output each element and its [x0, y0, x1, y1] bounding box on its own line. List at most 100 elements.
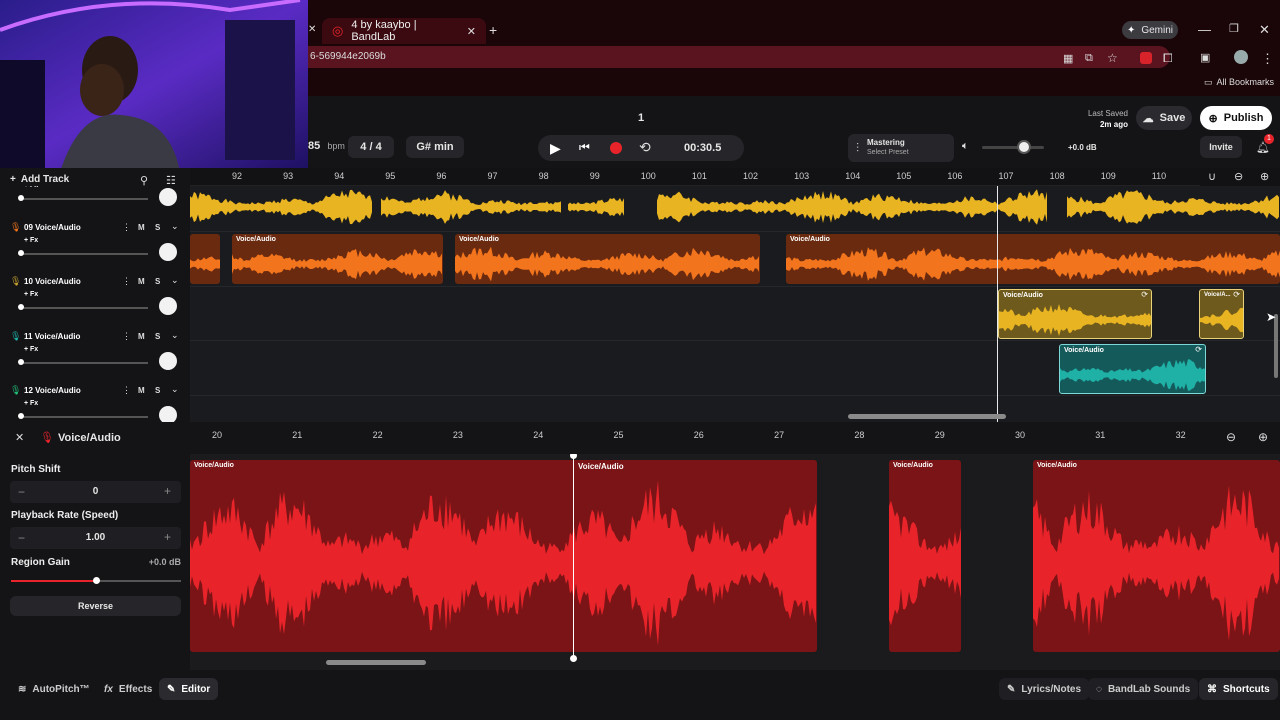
- track-volume-handle[interactable]: [18, 304, 24, 311]
- track-volume-handle[interactable]: [18, 413, 24, 420]
- add-fx-button[interactable]: + Fx: [24, 186, 38, 189]
- editor-audio-region[interactable]: Voice/Audio: [889, 460, 961, 652]
- loop-region-icon[interactable]: ⟳: [1195, 345, 1202, 354]
- browser-tab[interactable]: ◎ 4 by kaaybo | BandLab ✕: [322, 18, 486, 44]
- track-header[interactable]: 🎙︎ 12 Voice/Audio ⋮ M S ⌄ + Fx: [0, 382, 190, 422]
- horizontal-scrollbar[interactable]: [848, 414, 1006, 419]
- add-fx-button[interactable]: + Fx: [24, 291, 38, 298]
- audio-region[interactable]: Voice/Audio ⟳: [1059, 344, 1206, 394]
- track-pan-knob[interactable]: [159, 297, 177, 316]
- track-volume-handle[interactable]: [18, 358, 24, 365]
- extensions-icon[interactable]: ⧠: [1163, 51, 1173, 66]
- editor-audio-region[interactable]: Voice/Audio: [1033, 460, 1280, 652]
- mute-button[interactable]: M: [138, 332, 145, 341]
- publish-button[interactable]: ⊕ Publish: [1200, 106, 1272, 130]
- master-volume-slider[interactable]: [982, 140, 1044, 154]
- audio-region[interactable]: Voice/Audio: [786, 234, 1280, 284]
- reader-mode-icon[interactable]: ▦: [1063, 52, 1073, 65]
- audio-region[interactable]: [568, 188, 624, 226]
- master-volume-icon[interactable]: 🔈︎: [962, 140, 969, 153]
- add-fx-button[interactable]: + Fx: [24, 237, 38, 244]
- track-menu-icon[interactable]: ⋮: [122, 331, 131, 342]
- audio-region[interactable]: [657, 188, 1048, 226]
- master-volume-handle[interactable]: [1017, 140, 1031, 154]
- audio-region[interactable]: Voice/Audio ⟳: [998, 289, 1152, 339]
- autopitch-tab[interactable]: ≋ AutoPitch™: [10, 678, 98, 700]
- url-field[interactable]: 6-569944e2069b: [300, 46, 1170, 68]
- track-pan-knob[interactable]: [159, 351, 177, 370]
- skip-to-start-icon[interactable]: ⏮: [579, 140, 590, 155]
- record-icon[interactable]: [610, 142, 622, 154]
- track-volume-slider[interactable]: [20, 252, 148, 255]
- track-volume-slider[interactable]: [20, 307, 148, 310]
- close-window-icon[interactable]: ✕: [1259, 22, 1270, 38]
- shortcuts-tab[interactable]: ⌘ Shortcuts: [1199, 678, 1278, 700]
- zoom-out-icon[interactable]: ⊖: [1234, 170, 1243, 183]
- track-volume-handle[interactable]: [18, 195, 24, 201]
- loop-region-icon[interactable]: ⟳: [1141, 290, 1148, 299]
- track-pan-knob[interactable]: [159, 188, 177, 206]
- play-icon[interactable]: ▶: [550, 140, 561, 157]
- track-header[interactable]: 🎙︎ 11 Voice/Audio ⋮ M S ⌄ + Fx: [0, 328, 190, 382]
- audio-region[interactable]: Voice/Audio: [455, 234, 760, 284]
- restore-window-icon[interactable]: ❐: [1229, 22, 1239, 35]
- solo-button[interactable]: S: [155, 332, 160, 341]
- editor-tab[interactable]: ✎ Editor: [159, 678, 219, 700]
- time-signature-display[interactable]: 4 / 4: [348, 136, 394, 158]
- region-waveform-editor[interactable]: Voice/Audio Voice/Audio Voice/Audio Voice/A…: [190, 454, 1280, 670]
- editor-horizontal-scrollbar[interactable]: [326, 660, 426, 665]
- pitch-shift-value[interactable]: 0: [10, 486, 181, 497]
- close-tab-icon[interactable]: ✕: [308, 24, 316, 35]
- zoom-in-icon[interactable]: ⊕: [1260, 170, 1269, 183]
- track-header[interactable]: 🎙︎ 09 Voice/Audio ⋮ M S ⌄ + Fx: [0, 219, 190, 273]
- solo-button[interactable]: S: [155, 386, 160, 395]
- arrangement-view[interactable]: Voice/Audio Voice/Audio Voice/Audio Voice/A…: [190, 186, 1280, 422]
- expand-track-icon[interactable]: ⌄: [171, 384, 179, 395]
- track-lane[interactable]: [190, 396, 1280, 422]
- editor-zoom-out-icon[interactable]: ⊖: [1226, 430, 1236, 444]
- close-tab-icon[interactable]: ✕: [467, 25, 476, 38]
- profile-avatar[interactable]: [1234, 50, 1248, 64]
- rate-increase-button[interactable]: +: [164, 530, 171, 544]
- cast-icon[interactable]: ⧉: [1085, 52, 1093, 65]
- editor-zoom-in-icon[interactable]: ⊕: [1258, 430, 1268, 444]
- browser-menu-icon[interactable]: ⋮: [1261, 51, 1274, 67]
- pitch-shift-stepper[interactable]: − 0 +: [10, 481, 181, 503]
- track-volume-slider[interactable]: [20, 361, 148, 364]
- mute-button[interactable]: M: [138, 223, 145, 232]
- audio-region[interactable]: [190, 234, 220, 284]
- track-menu-icon[interactable]: ⋮: [122, 385, 131, 396]
- track-menu-icon[interactable]: ⋮: [122, 222, 131, 233]
- playback-rate-stepper[interactable]: − 1.00 +: [10, 527, 181, 549]
- lyrics-notes-tab[interactable]: ✎ Lyrics/Notes: [999, 678, 1090, 700]
- playback-rate-value[interactable]: 1.00: [10, 532, 181, 543]
- solo-button[interactable]: S: [155, 223, 160, 232]
- track-pan-knob[interactable]: [159, 242, 177, 261]
- region-gain-slider[interactable]: [11, 577, 181, 584]
- track-volume-slider[interactable]: [20, 416, 148, 419]
- side-panel-icon[interactable]: ▣: [1200, 51, 1210, 64]
- mastering-button[interactable]: ⫶ Mastering Select Preset: [848, 134, 954, 162]
- audio-region[interactable]: [1067, 188, 1280, 226]
- track-pan-knob[interactable]: [159, 406, 177, 422]
- mute-button[interactable]: M: [138, 386, 145, 395]
- all-bookmarks-button[interactable]: ▭ All Bookmarks: [1204, 77, 1274, 88]
- reverse-button[interactable]: Reverse: [10, 596, 181, 616]
- solo-button[interactable]: S: [155, 277, 160, 286]
- project-title[interactable]: 1: [638, 112, 644, 124]
- track-menu-icon[interactable]: ⋮: [122, 276, 131, 287]
- audio-region[interactable]: Voice/Audio: [232, 234, 443, 284]
- loop-region-icon[interactable]: ⟳: [1233, 290, 1240, 299]
- editor-playhead[interactable]: [573, 454, 574, 660]
- pitch-increase-button[interactable]: +: [164, 484, 171, 498]
- minimize-window-icon[interactable]: —: [1198, 22, 1211, 37]
- close-editor-icon[interactable]: ✕: [15, 431, 24, 444]
- audio-region[interactable]: [381, 188, 562, 226]
- add-track-button[interactable]: + Add Track: [10, 174, 69, 185]
- loop-icon[interactable]: ⟲: [639, 139, 651, 156]
- effects-tab[interactable]: fx Effects: [96, 678, 160, 700]
- track-header[interactable]: 🎙︎ 10 Voice/Audio ⋮ M S ⌄ + Fx: [0, 273, 190, 327]
- expand-track-icon[interactable]: ⌄: [171, 221, 179, 232]
- gemini-button[interactable]: ✦ Gemini: [1122, 21, 1178, 39]
- add-fx-button[interactable]: + Fx: [24, 400, 38, 407]
